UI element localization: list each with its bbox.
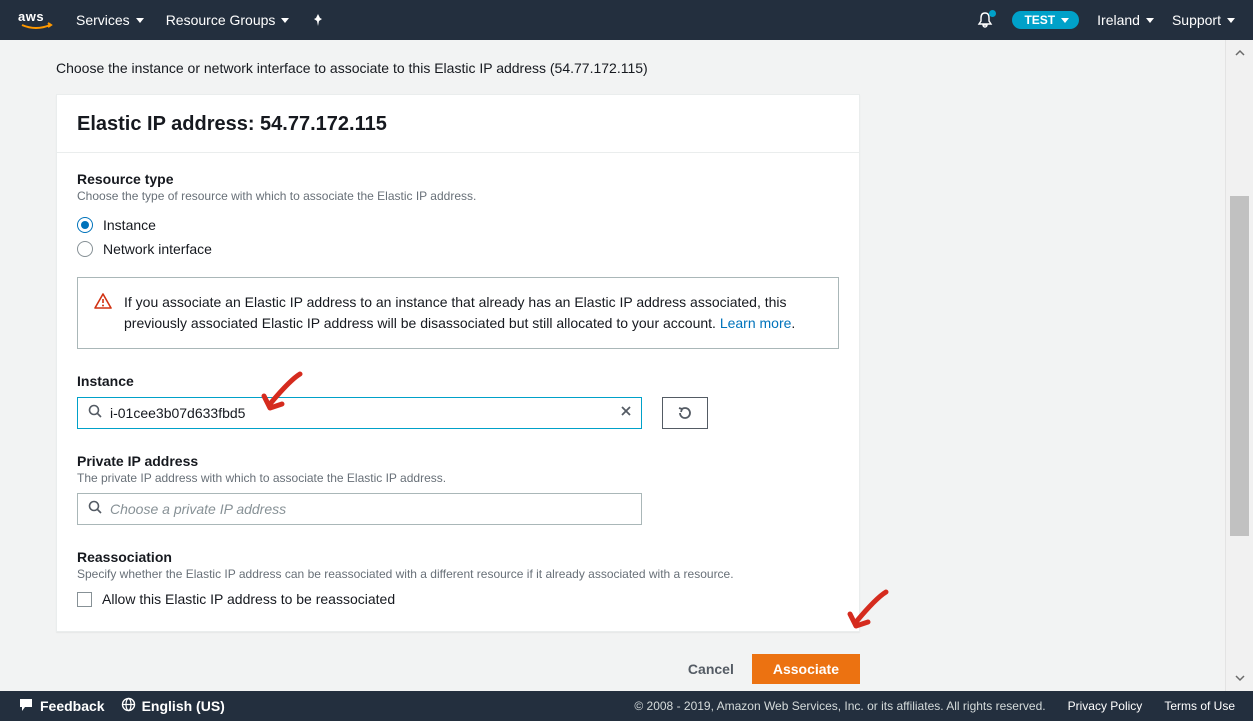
card-title: Elastic IP address: 54.77.172.115 <box>77 113 839 136</box>
instance-input[interactable] <box>110 405 611 421</box>
account-label: TEST <box>1024 13 1055 27</box>
svg-text:aws: aws <box>18 9 44 24</box>
support-menu[interactable]: Support <box>1172 12 1235 28</box>
speech-bubble-icon <box>18 698 34 715</box>
card-header: Elastic IP address: 54.77.172.115 <box>57 95 859 153</box>
globe-icon <box>121 697 136 715</box>
nav-resource-groups-label: Resource Groups <box>166 12 276 28</box>
region-menu[interactable]: Ireland <box>1097 12 1154 28</box>
scroll-up-icon[interactable] <box>1226 40 1253 66</box>
pin-icon[interactable] <box>311 13 325 27</box>
search-icon <box>88 500 102 519</box>
chevron-down-icon <box>1146 18 1154 23</box>
instance-label: Instance <box>77 373 839 389</box>
language-label: English (US) <box>142 698 225 714</box>
page-subheader: Choose the instance or network interface… <box>56 60 1225 76</box>
terms-link[interactable]: Terms of Use <box>1164 699 1235 713</box>
private-ip-desc: The private IP address with which to ass… <box>77 471 839 485</box>
chevron-down-icon <box>1227 18 1235 23</box>
nav-services-label: Services <box>76 12 130 28</box>
nav-services[interactable]: Services <box>76 12 144 28</box>
scroll-thumb[interactable] <box>1230 196 1249 536</box>
notification-dot <box>989 10 996 17</box>
reassociation-desc: Specify whether the Elastic IP address c… <box>77 567 839 581</box>
vertical-scrollbar[interactable] <box>1225 40 1253 691</box>
learn-more-link[interactable]: Learn more <box>720 315 792 331</box>
privacy-link[interactable]: Privacy Policy <box>1068 699 1143 713</box>
search-icon <box>88 404 102 423</box>
chevron-down-icon <box>281 18 289 23</box>
radio-icon <box>77 217 93 233</box>
support-label: Support <box>1172 12 1221 28</box>
refresh-icon <box>677 405 693 421</box>
footer: Feedback English (US) © 2008 - 2019, Ama… <box>0 691 1253 721</box>
scroll-down-icon[interactable] <box>1226 665 1253 691</box>
reassociation-label: Reassociation <box>77 549 839 565</box>
form-actions: Cancel Associate <box>56 632 860 691</box>
radio-network-interface[interactable]: Network interface <box>77 237 839 261</box>
instance-input-wrapper[interactable] <box>77 397 642 429</box>
cancel-button[interactable]: Cancel <box>688 661 734 677</box>
resource-type-desc: Choose the type of resource with which t… <box>77 189 839 203</box>
refresh-button[interactable] <box>662 397 708 429</box>
reassociation-checkbox-row[interactable]: Allow this Elastic IP address to be reas… <box>77 591 839 607</box>
radio-eni-label: Network interface <box>103 241 212 257</box>
clear-icon[interactable] <box>619 404 633 423</box>
alert-text: If you associate an Elastic IP address t… <box>124 294 787 331</box>
warning-icon <box>94 292 112 334</box>
elastic-ip-card: Elastic IP address: 54.77.172.115 Resour… <box>56 94 860 632</box>
info-alert: If you associate an Elastic IP address t… <box>77 277 839 349</box>
checkbox-icon <box>77 592 92 607</box>
reassociation-checkbox-label: Allow this Elastic IP address to be reas… <box>102 591 395 607</box>
nav-resource-groups[interactable]: Resource Groups <box>166 12 290 28</box>
chevron-down-icon <box>1061 18 1069 23</box>
radio-instance[interactable]: Instance <box>77 213 839 237</box>
private-ip-input[interactable] <box>110 501 633 517</box>
notifications-button[interactable] <box>976 11 994 29</box>
radio-icon <box>77 241 93 257</box>
feedback-button[interactable]: Feedback <box>18 698 105 715</box>
scroll-track[interactable] <box>1226 66 1253 665</box>
private-ip-label: Private IP address <box>77 453 839 469</box>
copyright-text: © 2008 - 2019, Amazon Web Services, Inc.… <box>634 699 1045 713</box>
top-navbar: aws Services Resource Groups TEST <box>0 0 1253 40</box>
account-menu[interactable]: TEST <box>1012 11 1079 29</box>
aws-logo[interactable]: aws <box>18 9 54 31</box>
associate-button[interactable]: Associate <box>752 654 860 684</box>
language-selector[interactable]: English (US) <box>121 697 225 715</box>
feedback-label: Feedback <box>40 698 105 714</box>
resource-type-label: Resource type <box>77 171 839 187</box>
page-body: Choose the instance or network interface… <box>0 40 1225 691</box>
chevron-down-icon <box>136 18 144 23</box>
radio-instance-label: Instance <box>103 217 156 233</box>
region-label: Ireland <box>1097 12 1140 28</box>
private-ip-input-wrapper[interactable] <box>77 493 642 525</box>
